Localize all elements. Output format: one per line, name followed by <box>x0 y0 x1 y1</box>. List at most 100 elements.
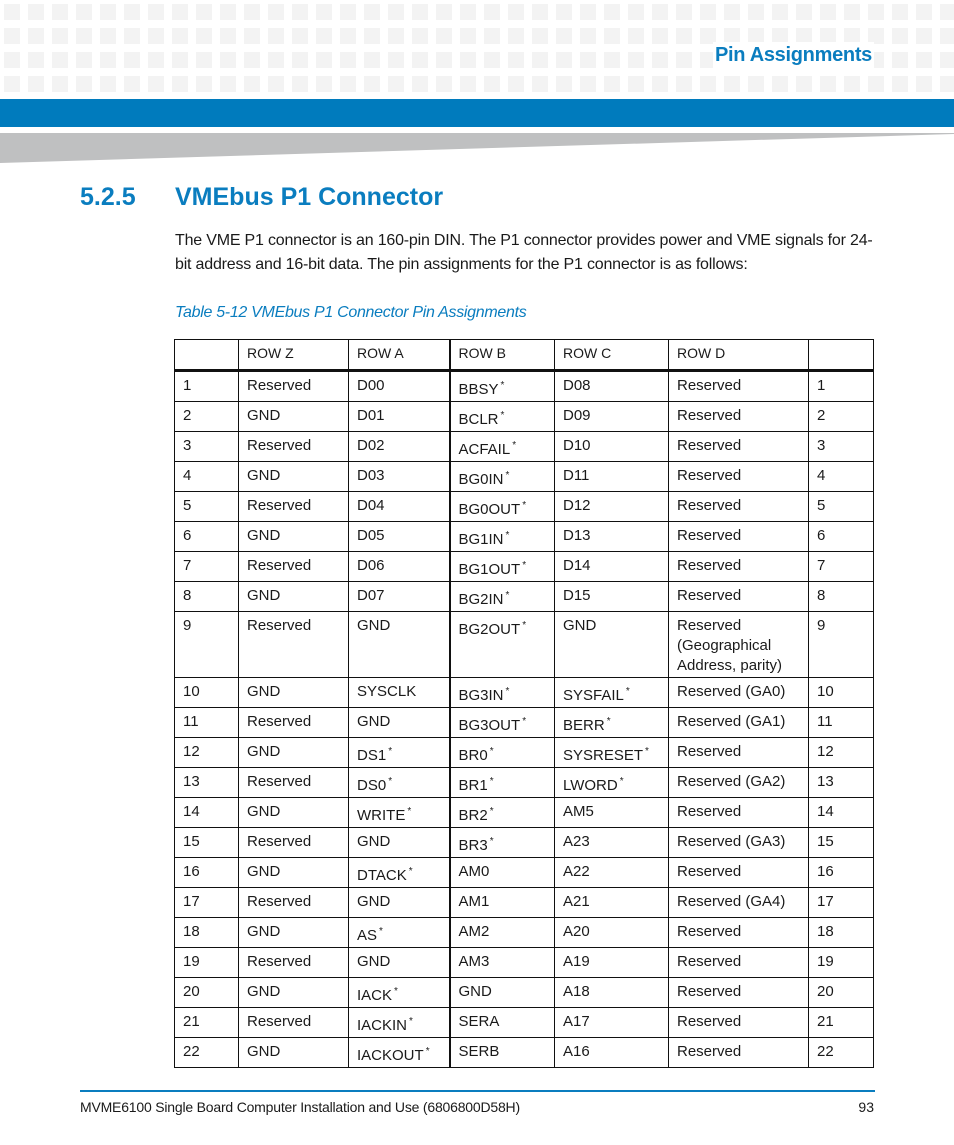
cell-row-d: Reserved <box>668 737 809 768</box>
cell-row-a: D07 <box>348 581 451 612</box>
header-row-c: ROW C <box>554 339 669 372</box>
cell-row-a: D01 <box>348 401 451 432</box>
section-number: 5.2.5 <box>80 183 136 211</box>
cell-row-a: DTACK * <box>348 857 451 888</box>
cell-pin-left: 7 <box>174 551 239 582</box>
signal-name: BCLR <box>458 411 499 428</box>
cell-pin-right: 5 <box>808 491 874 522</box>
cell-row-c: D14 <box>554 551 669 582</box>
cell-pin-left: 16 <box>174 857 239 888</box>
cell-pin-left: 18 <box>174 917 239 948</box>
cell-row-d: Reserved <box>668 857 809 888</box>
cell-row-b: AM0 <box>449 857 555 888</box>
cell-pin-right: 12 <box>808 737 874 768</box>
intro-paragraph: The VME P1 connector is an 160-pin DIN. … <box>175 232 873 273</box>
active-low-marker: * <box>489 806 494 817</box>
signal-name: BG0IN <box>458 471 504 488</box>
cell-pin-left: 14 <box>174 797 239 828</box>
cell-row-z: GND <box>238 677 349 708</box>
cell-row-z: Reserved <box>238 370 349 402</box>
cell-row-z: Reserved <box>238 947 349 978</box>
cell-row-c: A22 <box>554 857 669 888</box>
table-row: 4 GND D03 BG0IN * D11 Reserved 4 <box>174 461 874 492</box>
cell-pin-right: 21 <box>808 1007 874 1038</box>
cell-row-c: D11 <box>554 461 669 492</box>
cell-pin-left: 11 <box>174 707 239 738</box>
cell-row-c: D13 <box>554 521 669 552</box>
header-row-d: ROW D <box>668 339 809 372</box>
signal-name: BG1IN <box>458 531 504 548</box>
signal-name: SYSRESET <box>563 747 644 764</box>
cell-pin-left: 3 <box>174 431 239 462</box>
cell-pin-right: 20 <box>808 977 874 1008</box>
signal-name: LWORD <box>563 777 618 794</box>
table-row: 1 Reserved D00 BBSY * D08 Reserved 1 <box>174 370 874 402</box>
signal-name: SYSFAIL <box>563 687 624 704</box>
cell-pin-right: 16 <box>808 857 874 888</box>
table-row: 11 Reserved GND BG3OUT * BERR * Reserved (GA1) 1… <box>174 707 874 738</box>
cell-row-z: Reserved <box>238 491 349 522</box>
cell-pin-right: 4 <box>808 461 874 492</box>
header-pin-left <box>174 339 239 372</box>
cell-row-b: SERA <box>449 1007 555 1038</box>
cell-pin-left: 20 <box>174 977 239 1008</box>
cell-row-b: BBSY * <box>449 370 555 402</box>
table-row: 20 GND IACK * GND A18 Reserved 20 <box>174 977 874 1008</box>
active-low-marker: * <box>500 380 505 391</box>
cell-row-z: GND <box>238 917 349 948</box>
cell-pin-left: 15 <box>174 827 239 858</box>
cell-row-z: GND <box>238 461 349 492</box>
cell-row-d: Reserved <box>668 797 809 828</box>
cell-row-c: SYSFAIL * <box>554 677 669 708</box>
cell-pin-left: 19 <box>174 947 239 978</box>
gray-wedge-shape <box>0 133 954 163</box>
table-row: 18 GND AS * AM2 A20 Reserved 18 <box>174 917 874 948</box>
cell-pin-left: 17 <box>174 887 239 918</box>
cell-row-c: D08 <box>554 370 669 402</box>
cell-row-z: Reserved <box>238 767 349 798</box>
active-low-marker: * <box>388 746 393 757</box>
cell-row-a: D06 <box>348 551 451 582</box>
signal-name: BG2OUT <box>458 621 521 638</box>
signal-name: ACFAIL <box>458 441 511 458</box>
signal-name: BR1 <box>458 777 488 794</box>
cell-row-b: BR0 * <box>449 737 555 768</box>
signal-name: DS1 <box>357 747 387 764</box>
cell-row-z: Reserved <box>238 827 349 858</box>
active-low-marker: * <box>522 716 527 727</box>
cell-pin-right: 18 <box>808 917 874 948</box>
cell-row-c: A20 <box>554 917 669 948</box>
cell-row-b: BG0IN * <box>449 461 555 492</box>
cell-row-z: GND <box>238 797 349 828</box>
cell-row-a: D03 <box>348 461 451 492</box>
header-pin-right <box>808 339 874 372</box>
cell-row-a: DS1 * <box>348 737 451 768</box>
cell-row-c: A21 <box>554 887 669 918</box>
table-row: 14 GND WRITE * BR2 * AM5 Reserved 14 <box>174 797 874 828</box>
cell-row-c: A19 <box>554 947 669 978</box>
cell-row-a: D00 <box>348 370 451 402</box>
table-row: 10 GND SYSCLK BG3IN * SYSFAIL * Reserved (GA0) 1… <box>174 677 874 708</box>
cell-pin-right: 7 <box>808 551 874 582</box>
signal-name: IACK <box>357 987 393 1004</box>
table-row: 21 Reserved IACKIN * SERA A17 Reserved 21 <box>174 1007 874 1038</box>
cell-row-b: BG0OUT * <box>449 491 555 522</box>
cell-row-a: D04 <box>348 491 451 522</box>
cell-row-c: D09 <box>554 401 669 432</box>
cell-pin-right: 8 <box>808 581 874 612</box>
cell-pin-right: 13 <box>808 767 874 798</box>
cell-row-d: Reserved <box>668 977 809 1008</box>
active-low-marker: * <box>489 836 494 847</box>
table-row: 6 GND D05 BG1IN * D13 Reserved 6 <box>174 521 874 552</box>
table-row: 13 Reserved DS0 * BR1 * LWORD * Reserved (GA2) 13 <box>174 767 874 798</box>
signal-name: DS0 <box>357 777 387 794</box>
table-row: 15 Reserved GND BR3 * A23 Reserved (GA3) 15 <box>174 827 874 858</box>
table-row: 12 GND DS1 * BR0 * SYSRESET * Reserved 12 <box>174 737 874 768</box>
cell-row-z: Reserved <box>238 551 349 582</box>
cell-row-a: IACKOUT * <box>348 1037 451 1068</box>
active-low-marker: * <box>489 776 494 787</box>
cell-row-z: GND <box>238 521 349 552</box>
cell-row-d: Reserved (GA4) <box>668 887 809 918</box>
cell-row-c: GND <box>554 611 669 678</box>
cell-row-a: GND <box>348 887 451 918</box>
